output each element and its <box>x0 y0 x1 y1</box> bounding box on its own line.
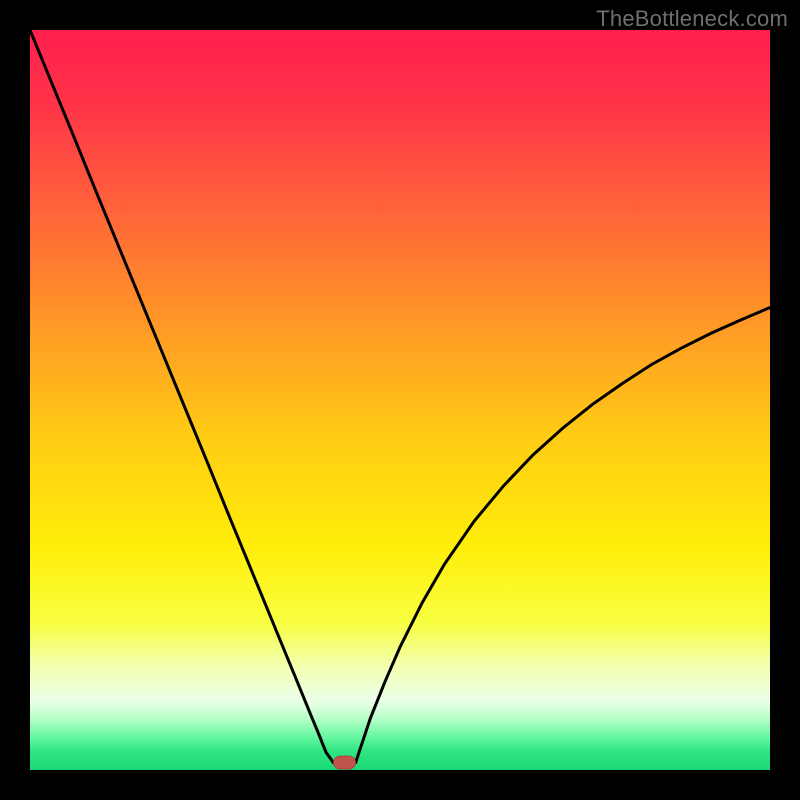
outer-frame: TheBottleneck.com <box>0 0 800 800</box>
notch-marker <box>334 756 356 769</box>
chart-svg <box>30 30 770 770</box>
gradient-rect <box>30 30 770 770</box>
plot-area <box>30 30 770 770</box>
watermark-text: TheBottleneck.com <box>596 6 788 32</box>
